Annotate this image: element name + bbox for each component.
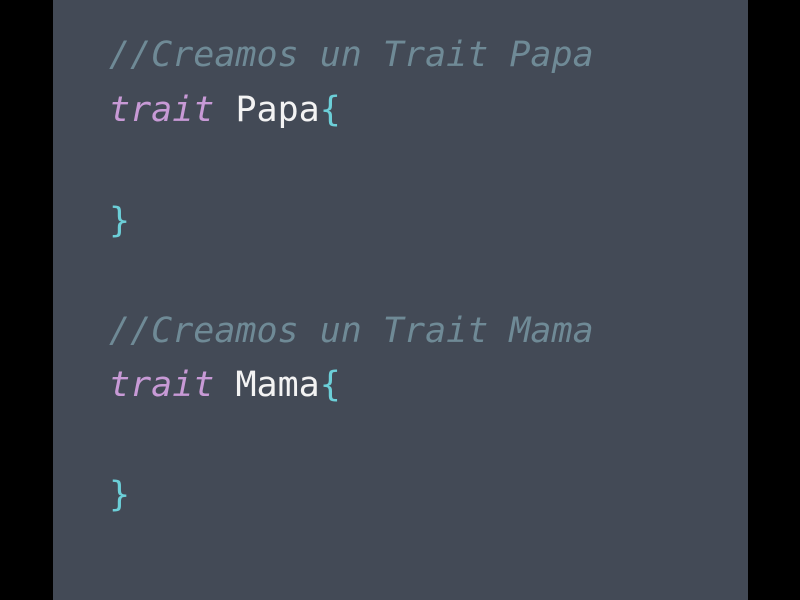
trait-keyword: trait xyxy=(109,365,215,405)
close-brace: } xyxy=(109,475,131,515)
comment-line-mama: //Creamos un Trait Mama xyxy=(109,303,594,359)
trait-name: Papa xyxy=(235,90,320,130)
comment-text: //Creamos un Trait Mama xyxy=(109,311,594,351)
trait-name: Mama xyxy=(235,365,320,405)
close-brace-papa: } xyxy=(109,193,130,249)
close-brace: } xyxy=(109,201,131,241)
close-brace-mama: } xyxy=(109,467,130,523)
comment-line-papa: //Creamos un Trait Papa xyxy=(109,27,594,83)
comment-text: //Creamos un Trait Papa xyxy=(109,35,594,75)
trait-declaration-papa: trait Papa{ xyxy=(109,82,341,138)
trait-keyword: trait xyxy=(109,90,215,130)
code-editor: //Creamos un Trait Papa trait Papa{ } //… xyxy=(53,0,748,600)
open-brace: { xyxy=(319,365,341,405)
open-brace: { xyxy=(319,90,341,130)
trait-declaration-mama: trait Mama{ xyxy=(109,357,341,413)
